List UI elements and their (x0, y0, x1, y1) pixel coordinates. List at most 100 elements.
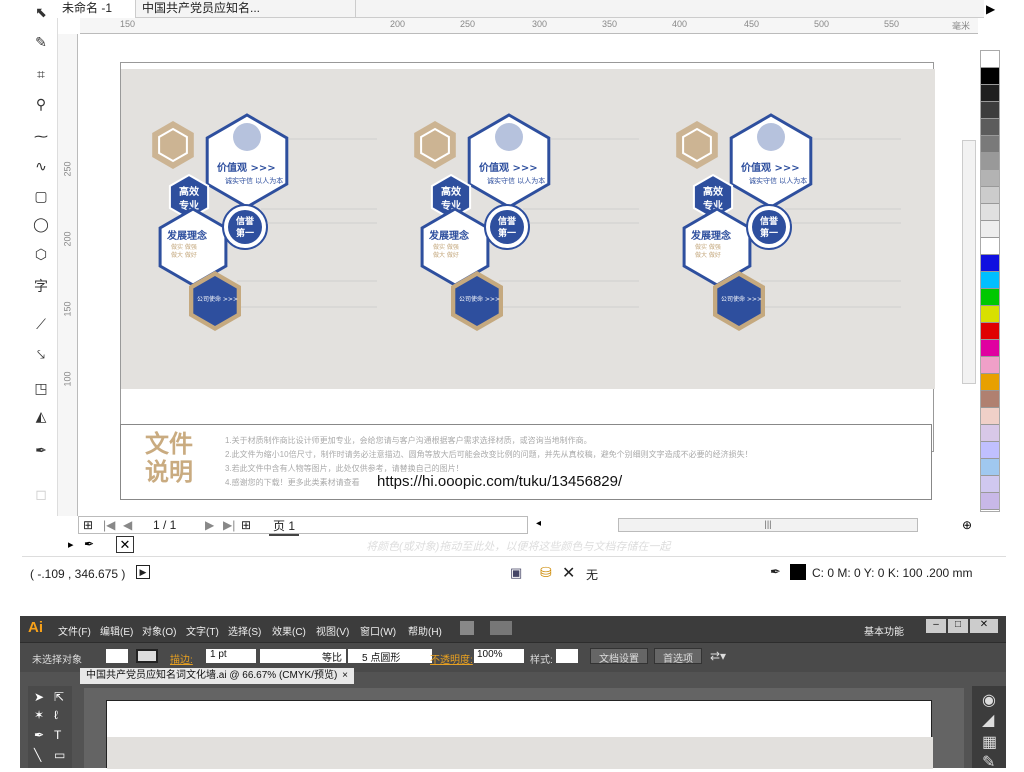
stroke-profile-select[interactable]: 等比 (260, 649, 346, 664)
workspace-switcher[interactable]: 基本功能 (864, 623, 904, 638)
bridge-icon[interactable] (460, 621, 474, 635)
fill-swatch[interactable] (106, 649, 128, 663)
pen-tool-icon[interactable]: ✒ (34, 728, 44, 742)
drawing-canvas[interactable]: 价值观 >>> 诚实守信 以人为本 高效 专业 发展理念 做实 做强 做大 做好… (80, 34, 960, 516)
brush-select[interactable]: 5 点圆形 (348, 649, 432, 664)
artboard-area[interactable] (84, 688, 964, 769)
menu-effect[interactable]: 效果(C) (272, 623, 306, 638)
lasso-tool-icon[interactable]: ℓ (54, 708, 58, 722)
play-icon[interactable]: ▶ (136, 565, 150, 579)
palette-swatch[interactable] (981, 442, 999, 459)
close-tab-icon[interactable]: × (342, 668, 348, 683)
palette-swatch[interactable] (981, 357, 999, 374)
stroke-weight-field[interactable]: 1 pt (206, 649, 256, 663)
palette-swatch[interactable] (981, 408, 999, 425)
line-tool-icon[interactable]: ╲ (34, 748, 41, 762)
style-swatch[interactable] (556, 649, 578, 663)
add-page-icon[interactable]: ⊞ (83, 518, 93, 532)
expand-arrow-icon[interactable]: ▸ (68, 538, 74, 551)
crop-tool-icon[interactable]: ⌗ (30, 64, 52, 84)
type-tool-icon[interactable]: T (54, 728, 61, 742)
palette-swatch[interactable] (981, 493, 999, 510)
connector-tool-icon[interactable]: ⤥ (30, 344, 52, 364)
text-tool-icon[interactable]: 字 (30, 276, 52, 296)
palette-swatch[interactable] (981, 340, 999, 357)
menu-window[interactable]: 窗口(W) (360, 623, 396, 638)
tab-document[interactable]: 中国共产党员应知名... (136, 0, 356, 18)
preferences-button[interactable]: 首选项 (654, 648, 702, 665)
page-tab[interactable]: 页 1 (269, 517, 300, 536)
eyedropper-tool-icon[interactable]: ✒ (30, 440, 52, 460)
stroke-swatch[interactable] (136, 649, 158, 663)
menu-help[interactable]: 帮助(H) (408, 623, 442, 638)
ellipse-tool-icon[interactable]: ◯ (30, 214, 52, 234)
next-page-icon[interactable]: ▶ (205, 518, 214, 532)
palette-swatch[interactable] (981, 459, 999, 476)
rectangle-tool-icon[interactable]: ▭ (54, 748, 65, 762)
prev-page-icon[interactable]: ◀ (123, 518, 132, 532)
palette-swatch[interactable] (981, 425, 999, 442)
maximize-button[interactable]: □ (948, 619, 968, 633)
menu-type[interactable]: 文字(T) (186, 623, 219, 638)
color-panel-icon[interactable]: ◉ (982, 690, 996, 710)
menu-view[interactable]: 视图(V) (316, 623, 349, 638)
tab-untitled[interactable]: 未命名 -1 (56, 0, 136, 18)
selection-tool-icon[interactable]: ➤ (34, 690, 44, 704)
fill-bucket-icon[interactable]: ⛁ (540, 564, 552, 581)
palette-swatch[interactable] (981, 85, 999, 102)
palette-swatch[interactable] (981, 204, 999, 221)
palette-swatch[interactable] (981, 289, 999, 306)
eyedropper-icon[interactable]: ✒ (84, 537, 94, 551)
tab-scroll-right-icon[interactable]: ▶ (986, 2, 995, 16)
palette-swatch[interactable] (981, 323, 999, 340)
first-page-icon[interactable]: |◀ (103, 518, 115, 532)
palette-swatch[interactable] (981, 51, 999, 68)
palette-swatch[interactable] (981, 238, 999, 255)
add-page-after-icon[interactable]: ⊞ (241, 518, 251, 532)
menu-edit[interactable]: 编辑(E) (100, 623, 133, 638)
palette-swatch[interactable] (981, 68, 999, 85)
palette-swatch[interactable] (981, 221, 999, 238)
artistic-media-icon[interactable]: ∿ (30, 156, 52, 176)
last-page-icon[interactable]: ▶| (223, 518, 235, 532)
close-button[interactable]: ✕ (970, 619, 998, 633)
palette-swatch[interactable] (981, 306, 999, 323)
opacity-label[interactable]: 不透明度: (430, 651, 473, 666)
brushes-panel-icon[interactable]: ✎ (982, 752, 995, 772)
magic-wand-icon[interactable]: ✶ (34, 708, 44, 722)
palette-swatch[interactable] (981, 255, 999, 272)
freehand-tool-icon[interactable]: ⁓ (30, 126, 52, 146)
horizontal-scrollbar[interactable]: ||| (618, 518, 918, 532)
palette-swatch[interactable] (981, 119, 999, 136)
shadow-tool-icon[interactable]: ◳ (30, 378, 52, 398)
opacity-field[interactable]: 100% (474, 649, 524, 663)
swatches-panel-icon[interactable]: ▦ (982, 732, 997, 752)
source-url[interactable]: https://hi.ooopic.com/tuku/13456829/ (377, 473, 622, 490)
vertical-scrollbar[interactable] (962, 140, 976, 384)
direct-select-tool-icon[interactable]: ⇱ (54, 690, 64, 704)
palette-swatch[interactable] (981, 136, 999, 153)
pen-icon[interactable]: ✒ (770, 564, 781, 580)
menu-file[interactable]: 文件(F) (58, 623, 91, 638)
gradient-panel-icon[interactable]: ◢ (982, 710, 994, 730)
panel-menu-icon[interactable]: ⇄▾ (710, 649, 726, 663)
palette-swatch[interactable] (981, 170, 999, 187)
palette-swatch[interactable] (981, 187, 999, 204)
palette-swatch[interactable] (981, 272, 999, 289)
palette-swatch[interactable] (981, 391, 999, 408)
pick-tool-icon[interactable]: ⬉ (30, 2, 52, 22)
dimension-tool-icon[interactable]: ⟋ (30, 314, 52, 334)
menu-object[interactable]: 对象(O) (142, 623, 176, 638)
fill-tool-icon[interactable]: ◻ (30, 484, 52, 504)
minimize-button[interactable]: – (926, 619, 946, 633)
rectangle-tool-icon[interactable]: ▢ (30, 186, 52, 206)
shape-tool-icon[interactable]: ✎ (30, 32, 52, 52)
zoom-tool-icon[interactable]: ⚲ (30, 94, 52, 114)
transparency-tool-icon[interactable]: ◭ (30, 406, 52, 426)
document-setup-button[interactable]: 文档设置 (590, 648, 648, 665)
scroll-left-icon[interactable]: ◂ (536, 518, 541, 529)
zoom-icon[interactable]: ⊕ (962, 518, 972, 532)
no-color-swatch[interactable]: ✕ (116, 536, 134, 553)
palette-swatch[interactable] (981, 374, 999, 391)
stroke-label[interactable]: 描边: (170, 651, 193, 666)
